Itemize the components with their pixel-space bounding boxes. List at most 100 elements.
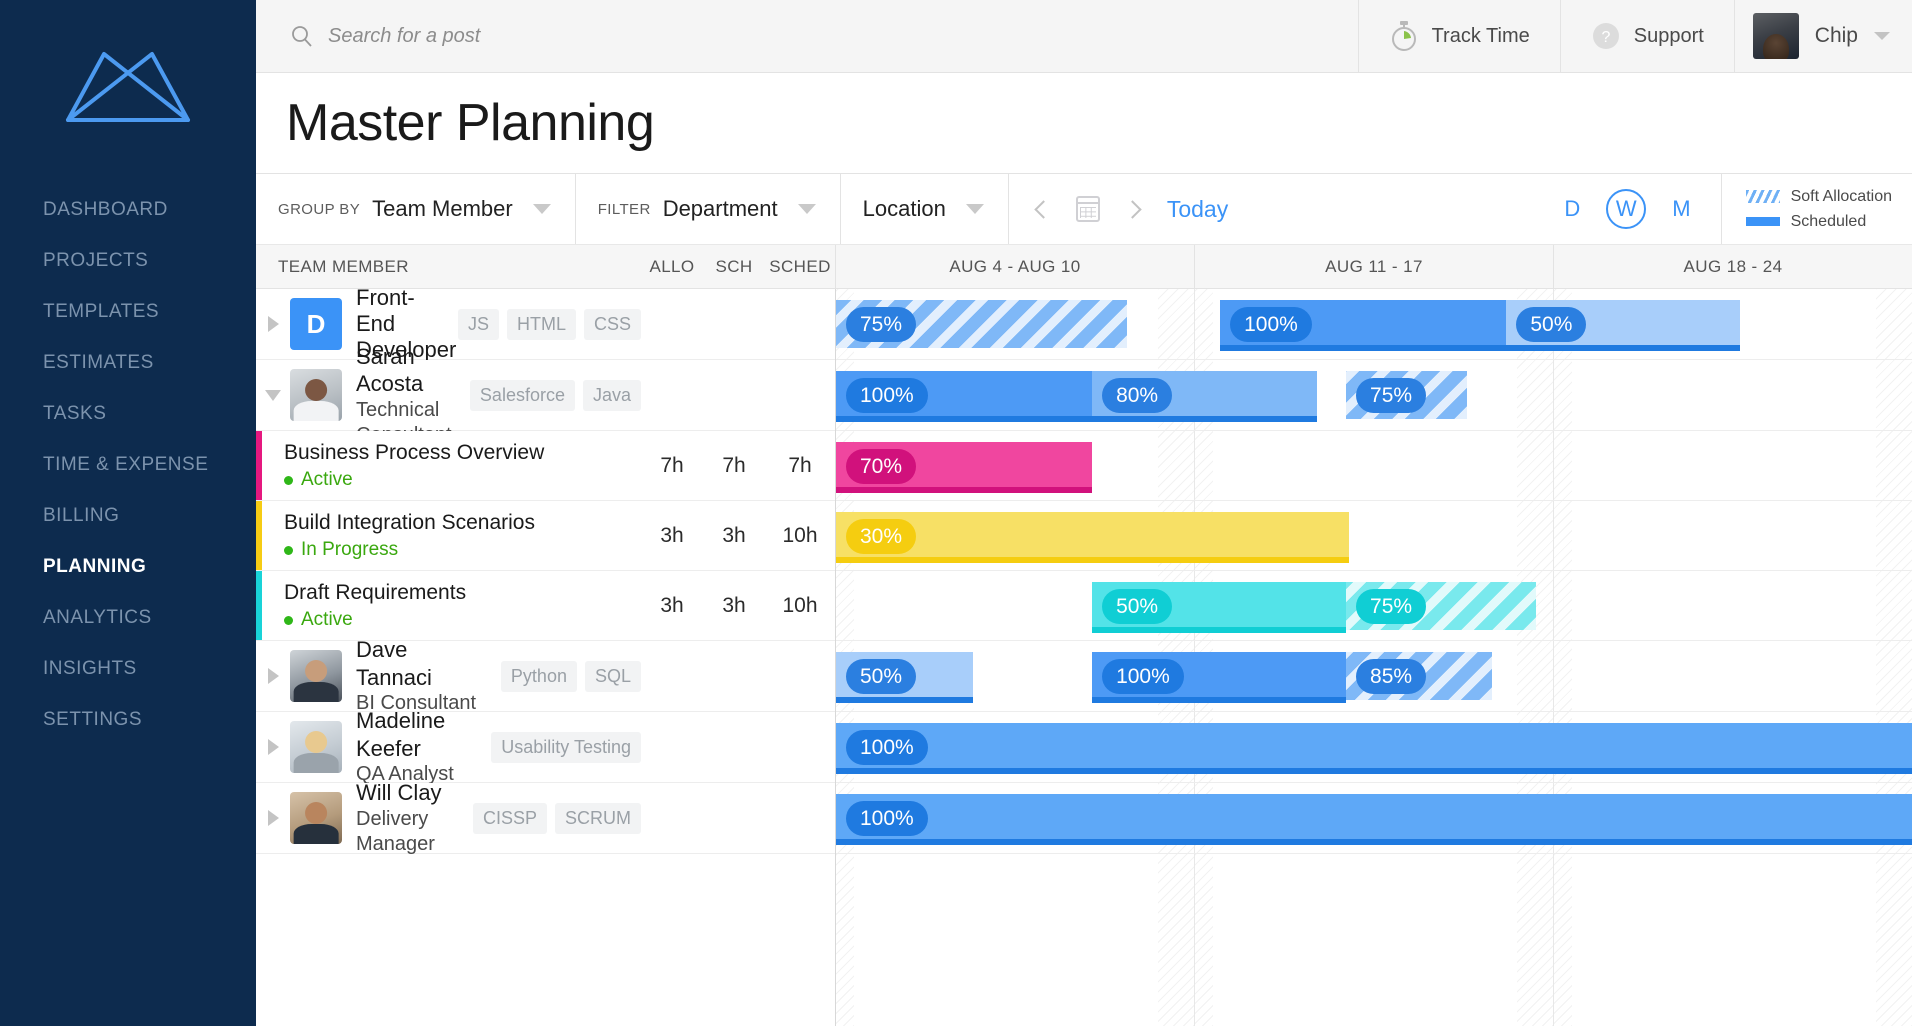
task-block: Draft RequirementsActive — [284, 579, 466, 633]
sidebar-item-time-expense[interactable]: TIME & EXPENSE — [0, 439, 256, 490]
prev-period-icon[interactable] — [1034, 200, 1052, 218]
sidebar-item-projects[interactable]: PROJECTS — [0, 235, 256, 286]
skill-tag: Java — [583, 380, 641, 411]
team-member-row[interactable]: Will ClayDelivery ManagerCISSPSCRUM — [256, 783, 835, 854]
filter-dropdown[interactable]: FILTER Department — [576, 174, 841, 244]
team-member-row[interactable]: Dave TannaciBI ConsultantPythonSQL — [256, 641, 835, 712]
calendar-icon[interactable] — [1076, 196, 1100, 222]
allocation-percent-badge: 75% — [1356, 378, 1426, 413]
sidebar-item-tasks[interactable]: TASKS — [0, 388, 256, 439]
user-menu[interactable]: Chip — [1735, 0, 1912, 72]
task-color-stripe — [256, 431, 262, 500]
zoom-level-switch: D W M — [1564, 174, 1721, 244]
support-button[interactable]: ? Support — [1561, 0, 1735, 72]
zoom-day-button[interactable]: D — [1564, 196, 1580, 222]
avatar — [290, 650, 342, 702]
allocation-bar[interactable]: 100% — [836, 723, 1912, 771]
allocation-bar[interactable]: 30% — [836, 512, 1349, 560]
cell-sched: 7h — [765, 454, 835, 478]
sidebar-item-label: DASHBOARD — [43, 199, 168, 221]
timeline-row: 30% — [836, 501, 1912, 571]
chevron-down-icon — [265, 390, 281, 401]
user-name: Chip — [1815, 24, 1858, 48]
allocation-bar[interactable]: 50% — [1506, 300, 1739, 348]
top-bar: Track Time ? Support Chip — [256, 0, 1912, 73]
expand-toggle[interactable] — [256, 739, 290, 755]
allocation-bar[interactable]: 100% — [1220, 300, 1506, 348]
allocation-bar[interactable]: 75% — [1346, 582, 1536, 630]
sidebar-item-label: SETTINGS — [43, 709, 142, 731]
search-icon — [290, 24, 314, 48]
zoom-week-button[interactable]: W — [1606, 189, 1646, 229]
main-area: Track Time ? Support Chip Master Plannin… — [256, 0, 1912, 1026]
today-button[interactable]: Today — [1165, 196, 1228, 223]
group-by-label: GROUP BY — [278, 201, 360, 218]
expand-toggle[interactable] — [256, 810, 290, 826]
scheduled-underline — [836, 487, 1092, 493]
scheduled-underline — [836, 557, 1349, 563]
allocation-bar[interactable]: 75% — [836, 300, 1127, 348]
member-name: Dave Tannaci — [356, 636, 485, 691]
sidebar-nav: DASHBOARD PROJECTS TEMPLATESESTIMATESTASKS… — [0, 184, 256, 745]
chevron-right-icon — [268, 739, 279, 755]
collapse-toggle[interactable] — [256, 390, 290, 401]
member-name-cell: Dave TannaciBI ConsultantPythonSQL — [356, 636, 641, 716]
legend-label: Soft Allocation — [1791, 188, 1892, 206]
scheduled-underline — [836, 416, 1092, 422]
chevron-down-icon — [533, 204, 551, 214]
team-member-row[interactable]: Madeline KeeferQA AnalystUsability Testi… — [256, 712, 835, 783]
sidebar-item-planning[interactable]: PLANNING — [0, 541, 256, 592]
sidebar-item-estimates[interactable]: ESTIMATES — [0, 337, 256, 388]
expand-toggle[interactable] — [256, 316, 290, 332]
task-row[interactable]: Draft RequirementsActive3h3h10h — [256, 571, 835, 641]
allocation-percent-badge: 75% — [846, 307, 916, 342]
allocation-bar[interactable]: 75% — [1346, 371, 1467, 419]
task-color-stripe — [256, 501, 262, 570]
sidebar-item-label: PROJECTS — [43, 250, 148, 272]
group-by-dropdown[interactable]: GROUP BY Team Member — [256, 174, 576, 244]
col-header-sch: SCH — [703, 257, 765, 277]
chevron-right-icon — [268, 316, 279, 332]
location-dropdown[interactable]: Location — [841, 174, 1009, 244]
skill-tag: CISSP — [473, 803, 547, 834]
task-row[interactable]: Business Process OverviewActive7h7h7h — [256, 431, 835, 501]
skill-tags: SalesforceJava — [470, 380, 641, 411]
allocation-bar[interactable]: 100% — [1092, 652, 1346, 700]
allocation-bar[interactable]: 80% — [1092, 371, 1317, 419]
sidebar-item-dashboard[interactable]: DASHBOARD — [0, 184, 256, 235]
name-block: Dave TannaciBI Consultant — [356, 636, 485, 716]
sidebar-item-billing[interactable]: BILLING — [0, 490, 256, 541]
sidebar-item-insights[interactable]: INSIGHTS — [0, 643, 256, 694]
sidebar-item-analytics[interactable]: ANALYTICS — [0, 592, 256, 643]
task-row[interactable]: Build Integration ScenariosIn Progress3h… — [256, 501, 835, 571]
allocation-percent-badge: 100% — [846, 801, 928, 836]
filter-label: FILTER — [598, 201, 651, 218]
allocation-bar[interactable]: 50% — [836, 652, 973, 700]
timeline-row: 50%75% — [836, 571, 1912, 641]
track-time-button[interactable]: Track Time — [1359, 0, 1561, 72]
avatar-photo — [290, 650, 342, 702]
allocation-bar[interactable]: 85% — [1346, 652, 1492, 700]
cell-sch: 3h — [703, 594, 765, 618]
cell-sch: 3h — [703, 524, 765, 548]
allocation-bar[interactable]: 100% — [836, 371, 1092, 419]
allocation-bar[interactable]: 70% — [836, 442, 1092, 490]
sidebar-item-settings[interactable]: SETTINGS — [0, 694, 256, 745]
sidebar-item-label: BILLING — [43, 505, 119, 527]
status-badge: Active — [284, 608, 466, 633]
app-logo[interactable] — [0, 0, 256, 126]
cell-allo: 3h — [641, 524, 703, 548]
allocation-bar[interactable]: 100% — [836, 794, 1912, 842]
team-member-row[interactable]: Sarah AcostaTechnical ConsultantSalesfor… — [256, 360, 835, 431]
allocation-bar[interactable]: 50% — [1092, 582, 1346, 630]
skill-tag: SCRUM — [555, 803, 641, 834]
sidebar-item-templates[interactable]: TEMPLATES — [0, 286, 256, 337]
zoom-month-button[interactable]: M — [1672, 196, 1690, 222]
next-period-icon[interactable] — [1123, 200, 1141, 218]
expand-toggle[interactable] — [256, 668, 290, 684]
col-header-allo: ALLO — [641, 257, 703, 277]
allocation-percent-badge: 100% — [846, 378, 928, 413]
allocation-percent-badge: 30% — [846, 519, 916, 554]
search-input[interactable] — [328, 25, 928, 48]
grid-timeline: 75%100%50%100%80%75%70%30%50%75%50%100%8… — [836, 289, 1912, 1026]
